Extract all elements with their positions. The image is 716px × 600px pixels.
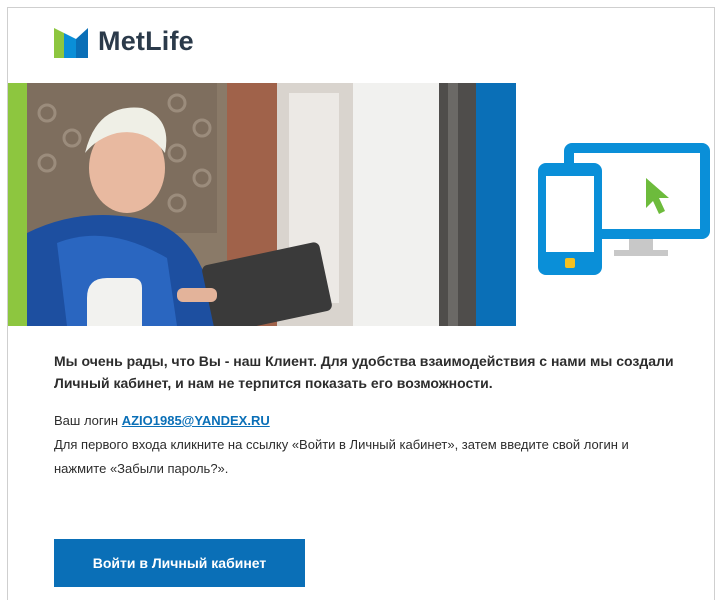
email-body: MetLife Мы очень рады, что Вы - наш Клие… (7, 7, 715, 600)
login-label: Ваш логин (54, 413, 122, 428)
brand-name: MetLife (98, 25, 194, 56)
woman-with-tablet-illustration (27, 83, 353, 326)
login-to-account-button[interactable]: Войти в Личный кабинет (54, 539, 305, 587)
hero-photo (27, 83, 353, 326)
intro-text: Мы очень рады, что Вы - наш Клиент. Для … (54, 353, 674, 391)
green-accent-strip (8, 83, 27, 326)
blue-accent-strip (476, 83, 516, 326)
metlife-logo[interactable]: MetLife (54, 21, 194, 61)
login-email-link[interactable]: AZIO1985@YANDEX.RU (122, 413, 270, 428)
window-background (353, 83, 476, 326)
message-content: Мы очень рады, что Вы - наш Клиент. Для … (54, 350, 674, 481)
hero-banner (8, 83, 714, 326)
login-line: Ваш логин AZIO1985@YANDEX.RU (54, 411, 674, 431)
devices-icon (538, 143, 710, 275)
metlife-logo-mark-icon (54, 28, 88, 58)
instructions-text: Для первого входа кликните на ссылку «Во… (54, 437, 629, 476)
